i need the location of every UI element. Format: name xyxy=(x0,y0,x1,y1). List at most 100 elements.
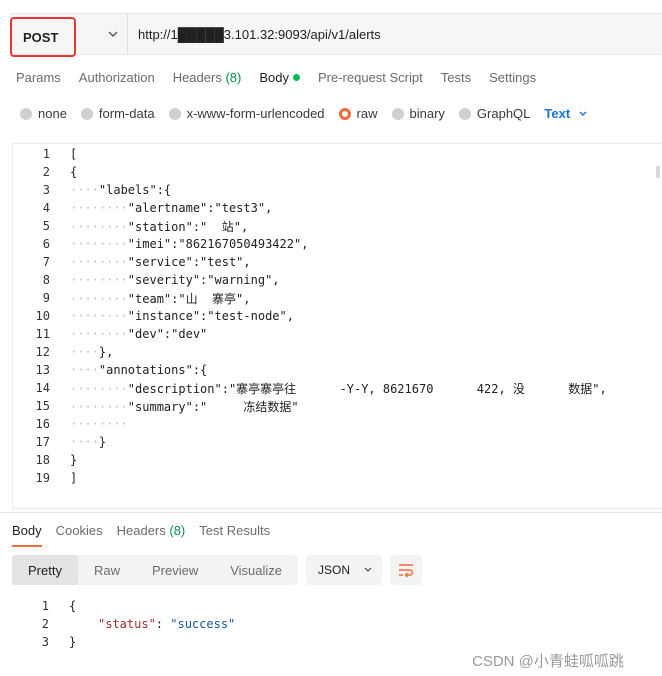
tab-headers[interactable]: Headers (8) xyxy=(173,70,242,92)
tab-tests[interactable]: Tests xyxy=(441,70,471,92)
tab-label: Tests xyxy=(440,70,472,85)
code-text: }, xyxy=(98,345,114,359)
whitespace-marker: ········ xyxy=(70,327,128,341)
response-tab-cookies[interactable]: Cookies xyxy=(56,523,103,547)
response-format-dropdown[interactable]: JSON xyxy=(306,555,383,585)
watermark: CSDN @小青蛙呱呱跳 xyxy=(472,653,624,670)
radio-circle-icon xyxy=(391,107,404,120)
body-type-options: none form-data x-www-form-urlencoded raw… xyxy=(20,106,590,121)
editor-line: 11 ········"dev":"dev" xyxy=(13,325,662,343)
code-text: "instance":"test-node", xyxy=(127,309,294,323)
tab-pre-request-script[interactable]: Pre-request Script xyxy=(318,70,423,92)
response-line: 3} xyxy=(12,633,76,651)
tab-label: Settings xyxy=(489,70,537,85)
code-text: "summary":" 冻结数据" xyxy=(127,399,299,414)
view-pretty-button[interactable]: Pretty xyxy=(12,555,78,585)
tab-label: Headers xyxy=(116,523,166,538)
code-text: "team":"山 寨亭", xyxy=(127,291,251,306)
view-preview-button[interactable]: Preview xyxy=(136,555,214,585)
chevron-down-icon xyxy=(364,567,372,572)
editor-line: 3 ····"labels":{ xyxy=(13,181,662,199)
line-number: 4 xyxy=(42,201,50,215)
view-mode-group: Pretty Raw Preview Visualize xyxy=(12,555,299,585)
editor-line: 17 ····} xyxy=(13,433,662,451)
tab-label: Headers xyxy=(172,70,222,85)
radio-x-www-form-urlencoded[interactable]: x-www-form-urlencoded xyxy=(168,106,325,121)
whitespace-marker: ········ xyxy=(70,399,128,414)
whitespace-marker: ········ xyxy=(70,417,128,431)
tab-settings[interactable]: Settings xyxy=(489,70,536,92)
radio-circle-icon xyxy=(168,107,181,120)
view-visualize-button[interactable]: Visualize xyxy=(214,555,298,585)
method-label[interactable]: POST xyxy=(10,17,76,57)
headers-count: (8) xyxy=(225,70,242,85)
line-number: 1 xyxy=(42,147,50,161)
line-number: 9 xyxy=(42,291,50,305)
editor-line: 1[ xyxy=(13,145,662,163)
code-text: { xyxy=(70,165,78,179)
method-selector[interactable]: POST xyxy=(10,14,128,57)
editor-line: 18} xyxy=(13,451,662,469)
tab-authorization[interactable]: Authorization xyxy=(79,70,155,92)
format-dropdown[interactable]: Text xyxy=(544,106,590,121)
wrap-lines-icon xyxy=(399,564,414,578)
code-text: "severity":"warning", xyxy=(127,273,280,287)
code-text: "station":" 站", xyxy=(127,219,249,234)
line-number: 18 xyxy=(35,453,50,467)
radio-circle-icon xyxy=(458,107,471,120)
radio-label: x-www-form-urlencoded xyxy=(186,106,325,121)
radio-label: GraphQL xyxy=(476,106,531,121)
code-text: } xyxy=(69,635,77,649)
whitespace-marker: ···· xyxy=(70,363,99,377)
editor-line: 13 ····"annotations":{ xyxy=(13,361,662,379)
code-text: ] xyxy=(70,471,78,485)
whitespace-marker: ········ xyxy=(70,291,128,306)
response-tabs: Body Cookies Headers (8) Test Results xyxy=(12,523,284,547)
panel-divider[interactable] xyxy=(0,512,662,513)
request-bar: POST http://1█████3.101.32:9093/api/v1/a… xyxy=(10,13,662,57)
radio-none[interactable]: none xyxy=(20,106,67,121)
tab-label: Pre-request Script xyxy=(317,70,423,85)
scrollbar-marker-icon[interactable] xyxy=(654,144,662,508)
whitespace-marker: ········ xyxy=(70,237,128,251)
radio-label: none xyxy=(38,106,67,121)
code-text: "imei":"862167050493422", xyxy=(127,237,309,251)
chevron-down-icon[interactable] xyxy=(106,27,120,41)
code-text: "alertname":"test3", xyxy=(127,201,273,215)
line-number: 12 xyxy=(35,345,50,359)
code-text: [ xyxy=(70,147,78,161)
json-value: "success" xyxy=(170,617,236,631)
response-tab-test-results[interactable]: Test Results xyxy=(199,523,270,547)
response-tab-headers[interactable]: Headers (8) xyxy=(117,523,186,547)
line-number: 10 xyxy=(35,309,50,323)
response-line: 1{ xyxy=(12,597,76,615)
line-number: 7 xyxy=(42,255,50,269)
line-number: 5 xyxy=(42,219,50,233)
tab-label: Cookies xyxy=(55,523,103,538)
tab-params[interactable]: Params xyxy=(16,70,61,92)
whitespace-marker: ········ xyxy=(70,309,128,323)
radio-raw[interactable]: raw xyxy=(338,106,378,121)
line-number: 1 xyxy=(41,599,49,613)
radio-graphql[interactable]: GraphQL xyxy=(458,106,531,121)
whitespace-marker: ···· xyxy=(70,435,99,449)
response-tab-body[interactable]: Body xyxy=(12,523,42,547)
tab-body[interactable]: Body xyxy=(259,70,300,92)
radio-form-data[interactable]: form-data xyxy=(80,106,155,121)
editor-line: 14 ········"description":"寨亭寨亭往 -Y-Y, 862… xyxy=(13,379,662,397)
whitespace-marker: ········ xyxy=(70,255,128,269)
radio-circle-icon xyxy=(20,107,32,120)
url-input[interactable]: http://1█████3.101.32:9093/api/v1/alerts xyxy=(128,14,662,54)
chevron-down-icon xyxy=(579,111,587,116)
response-body[interactable]: 1{ 2 "status": "success" 3} xyxy=(12,597,236,651)
line-number: 14 xyxy=(35,381,50,395)
code-text: } xyxy=(98,435,107,449)
wrap-lines-button[interactable] xyxy=(390,555,423,585)
view-raw-button[interactable]: Raw xyxy=(78,555,136,585)
radio-binary[interactable]: binary xyxy=(391,106,445,121)
line-number: 15 xyxy=(35,399,50,413)
editor-line: 2{ xyxy=(13,163,662,181)
editor-line: 4 ········"alertname":"test3", xyxy=(13,199,662,217)
modified-dot-icon xyxy=(292,74,300,81)
request-body-editor[interactable]: 1[ 2{ 3 ····"labels":{ 4 ········"alertnam… xyxy=(12,143,662,509)
